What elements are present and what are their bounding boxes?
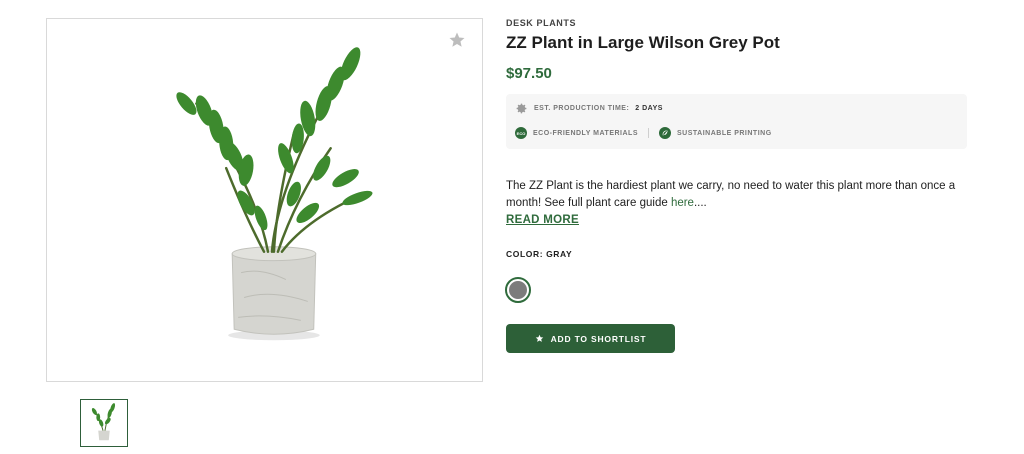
color-label: COLOR: GRAY [506,249,573,259]
product-image [176,47,373,341]
production-info-box: EST. PRODUCTION TIME: 2 DAYS ECO ECO-FRI… [506,94,967,149]
color-swatch-gray[interactable] [505,277,531,303]
product-title: ZZ Plant in Large Wilson Grey Pot [506,33,780,52]
product-image-panel [46,18,483,382]
star-icon[interactable] [448,31,466,49]
product-price: $97.50 [506,65,552,82]
eco-icon: ECO [515,127,527,139]
add-to-shortlist-button[interactable]: ADD TO SHORTLIST [506,324,675,353]
product-category: DESK PLANTS [506,18,577,28]
care-guide-link[interactable]: here [671,197,694,209]
gear-icon [516,103,527,114]
star-icon [535,334,543,342]
eco-friendly-label: ECO-FRIENDLY MATERIALS [533,129,638,137]
sustainable-printing-label: SUSTAINABLE PRINTING [677,129,772,137]
production-time-value: 2 DAYS [635,105,663,112]
leaf-icon [659,127,671,139]
add-to-shortlist-label: ADD TO SHORTLIST [550,333,647,344]
production-time-row: EST. PRODUCTION TIME: 2 DAYS [515,102,663,115]
thumbnail-image [91,403,116,441]
read-more-link[interactable]: READ MORE [506,214,579,226]
description-text: The ZZ Plant is the hardiest plant we ca… [506,180,956,209]
description-ellipsis: .... [693,197,707,209]
production-time-label: EST. PRODUCTION TIME: [534,105,630,112]
divider [648,128,649,138]
color-swatch-fill [509,281,527,299]
product-description: The ZZ Plant is the hardiest plant we ca… [506,178,956,212]
eco-info-row: ECO ECO-FRIENDLY MATERIALS SUSTAINABLE P… [515,127,772,139]
product-thumbnail[interactable] [80,399,128,447]
